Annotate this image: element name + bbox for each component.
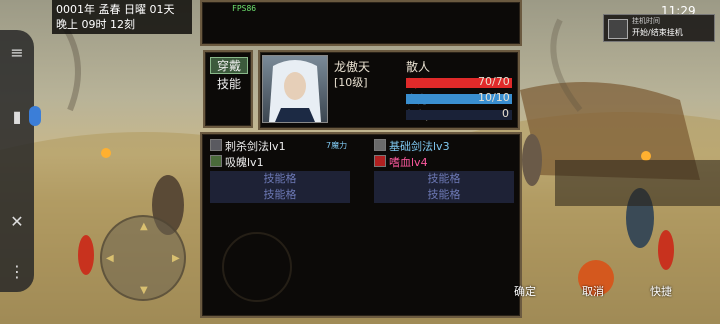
skill-left-2[interactable]: 吸魄lv1 bbox=[225, 154, 264, 170]
bloodthirst-skill-icon bbox=[374, 155, 386, 167]
side-handle-icon[interactable] bbox=[29, 106, 41, 126]
quick-button[interactable]: 快捷 bbox=[650, 283, 672, 299]
character-sect: 散人 bbox=[406, 60, 431, 74]
hp-value: 70/70 bbox=[478, 75, 510, 88]
fps-counter: FPS86 bbox=[232, 4, 257, 13]
skill-slot[interactable]: 技能格 bbox=[210, 187, 350, 203]
confirm-button[interactable]: 确定 bbox=[514, 283, 536, 299]
auto-play-button[interactable]: 开始/结束挂机 bbox=[632, 27, 683, 38]
rage-bar bbox=[406, 110, 512, 120]
joystick-left-icon: ◀ bbox=[106, 253, 114, 264]
menu-icon[interactable]: ≡ bbox=[0, 36, 34, 70]
joystick-right-icon: ▶ bbox=[172, 253, 180, 264]
skill-slot[interactable]: 技能格 bbox=[374, 171, 514, 187]
skill-slot[interactable]: 技能格 bbox=[210, 171, 350, 187]
auto-play-box[interactable]: 挂机时间 开始/结束挂机 bbox=[603, 14, 715, 42]
joystick[interactable]: ▲ ▼ ◀ ▶ bbox=[100, 215, 186, 301]
battle-scene-box bbox=[555, 160, 720, 206]
absorb-skill-icon bbox=[210, 155, 222, 167]
date-line1: 0001年 孟春 日曜 01天 bbox=[56, 3, 175, 16]
panel-emblem-icon bbox=[222, 232, 292, 302]
cancel-button[interactable]: 取消 bbox=[582, 283, 604, 299]
rage-value: 0 bbox=[502, 107, 509, 120]
sword-skill-icon bbox=[210, 139, 222, 151]
character-name: 龙傲天 bbox=[334, 60, 371, 74]
date-line2: 晚上 09时 12刻 bbox=[56, 18, 135, 31]
tab-equip[interactable]: 穿戴 bbox=[210, 57, 248, 74]
tab-skills[interactable]: 技能 bbox=[210, 76, 248, 93]
skill-right-2[interactable]: 嗜血lv4 bbox=[389, 154, 428, 170]
joystick-down-icon: ▼ bbox=[140, 285, 148, 296]
auto-play-title: 挂机时间 bbox=[632, 17, 660, 25]
game-date-box: 0001年 孟春 日曜 01天 晚上 09时 12刻 bbox=[52, 0, 192, 34]
character-level: [10级] bbox=[334, 76, 368, 89]
auto-play-icon bbox=[608, 19, 628, 39]
skill-slot[interactable]: 技能格 bbox=[374, 187, 514, 203]
crossed-swords-icon bbox=[374, 139, 386, 151]
skill-cost: 7魔力 bbox=[326, 141, 348, 150]
system-sidebar: ≡ ▮ ✕ ⋮ bbox=[0, 30, 34, 292]
tab-column: 穿戴 技能 bbox=[203, 50, 253, 128]
skill-right-1[interactable]: 基础剑法lv3 bbox=[389, 138, 450, 154]
more-options-icon[interactable]: ⋮ bbox=[0, 255, 34, 289]
joystick-up-icon: ▲ bbox=[140, 221, 148, 232]
character-portrait bbox=[262, 55, 328, 123]
mp-value: 10/10 bbox=[478, 91, 510, 104]
skill-left-1[interactable]: 刺杀剑法lv1 bbox=[225, 138, 286, 154]
mute-icon[interactable]: ✕ bbox=[0, 205, 34, 239]
